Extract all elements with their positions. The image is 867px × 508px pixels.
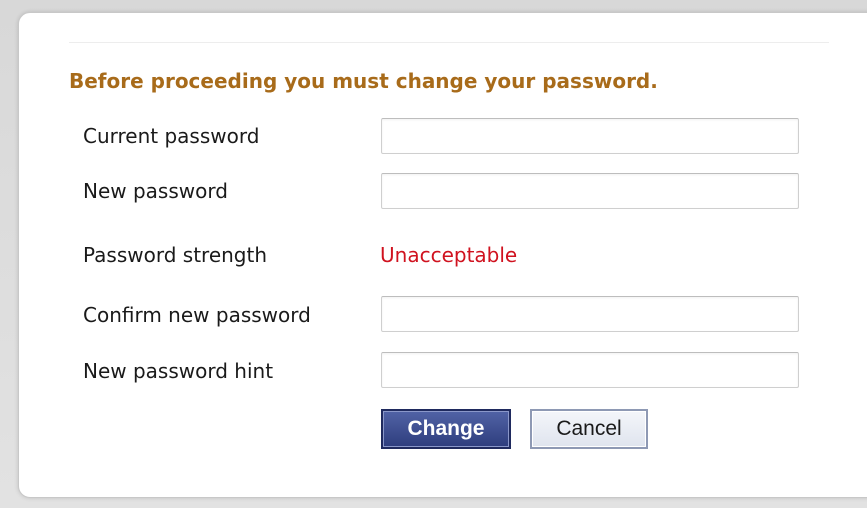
page-background: Before proceeding you must change your p… [0,0,867,508]
password-strength-label: Password strength [83,243,268,267]
confirm-password-label: Confirm new password [83,303,311,327]
dialog-divider [69,42,829,43]
password-hint-label: New password hint [83,359,274,383]
new-password-input[interactable] [381,173,799,209]
cancel-button[interactable]: Cancel [530,409,648,449]
password-strength-value: Unacceptable [380,243,518,267]
confirm-password-input[interactable] [381,296,799,332]
password-hint-input[interactable] [381,352,799,388]
change-password-dialog: Before proceeding you must change your p… [18,12,867,498]
change-button[interactable]: Change [381,409,511,449]
current-password-label: Current password [83,124,260,148]
dialog-heading: Before proceeding you must change your p… [69,69,658,93]
new-password-label: New password [83,179,228,203]
current-password-input[interactable] [381,118,799,154]
